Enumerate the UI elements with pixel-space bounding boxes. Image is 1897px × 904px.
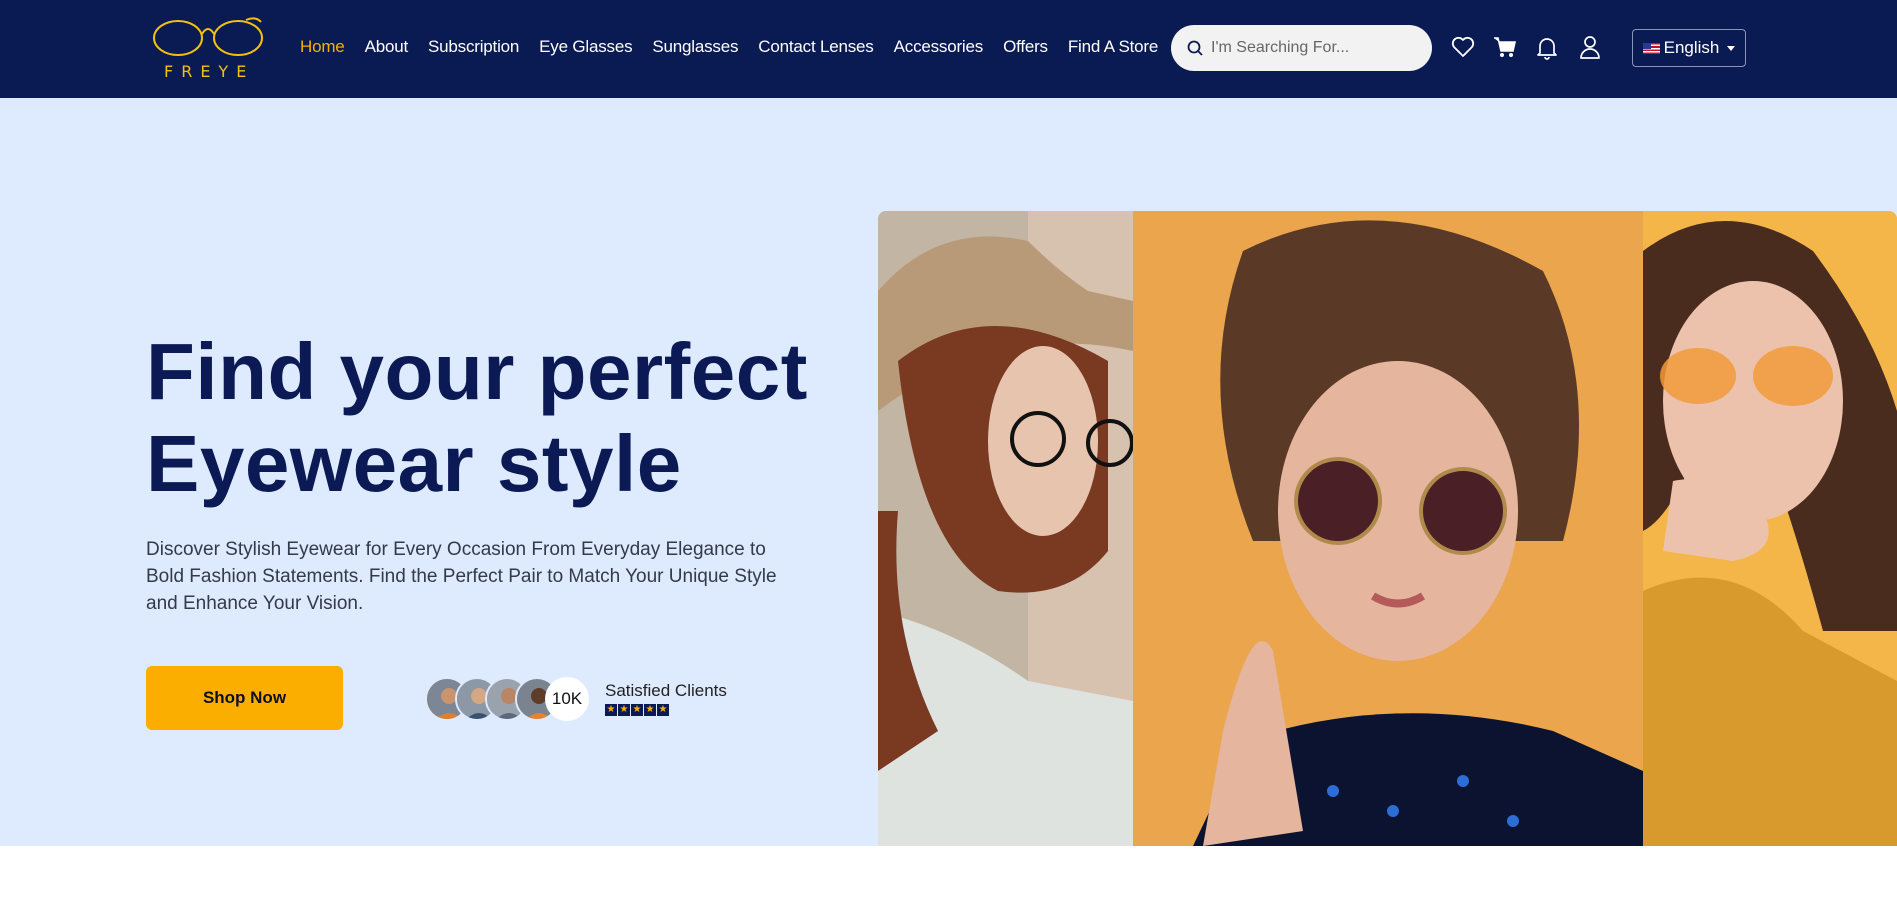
headline-line-2: Eyewear style <box>146 419 682 508</box>
model-photo-orange-sunglasses <box>1643 211 1897 846</box>
model-photo-round-sunglasses <box>1133 211 1643 846</box>
language-label: English <box>1663 38 1720 57</box>
nav-accessories[interactable]: Accessories <box>894 37 984 57</box>
nav-find-a-store[interactable]: Find A Store <box>1068 37 1158 57</box>
top-navbar: FREYE Home About Subscription Eye Glasse… <box>0 0 1897 98</box>
hero-headline: Find your perfect Eyewear style <box>146 326 808 510</box>
clients-count: 10K <box>545 677 589 721</box>
star-icon: ★ <box>605 704 617 716</box>
clients-label: Satisfied Clients <box>605 681 727 700</box>
us-flag-icon <box>1642 42 1660 54</box>
chevron-down-icon <box>1727 45 1736 51</box>
star-icon: ★ <box>631 704 643 716</box>
cart-icon[interactable] <box>1492 34 1518 60</box>
nav-subscription[interactable]: Subscription <box>428 37 519 57</box>
bell-icon[interactable] <box>1534 34 1560 60</box>
main-nav: Home About Subscription Eye Glasses Sung… <box>300 37 1178 57</box>
nav-eye-glasses[interactable]: Eye Glasses <box>539 37 632 57</box>
model-photo-hat <box>878 211 1133 846</box>
shop-now-button[interactable]: Shop Now <box>146 666 343 730</box>
nav-offers[interactable]: Offers <box>1003 37 1048 57</box>
star-icon: ★ <box>657 704 669 716</box>
user-icon[interactable] <box>1577 34 1603 60</box>
star-icon: ★ <box>618 704 630 716</box>
search-input[interactable] <box>1211 39 1411 57</box>
brand-logo[interactable]: FREYE <box>150 14 265 84</box>
heart-icon[interactable] <box>1450 34 1476 60</box>
star-icon: ★ <box>644 704 656 716</box>
search-bar[interactable] <box>1171 25 1432 71</box>
nav-about[interactable]: About <box>365 37 409 57</box>
nav-home[interactable]: Home <box>300 37 345 57</box>
glasses-logo-icon <box>153 17 263 56</box>
nav-contact-lenses[interactable]: Contact Lenses <box>758 37 874 57</box>
hero-description: Discover Stylish Eyewear for Every Occas… <box>146 539 777 614</box>
nav-sunglasses[interactable]: Sunglasses <box>652 37 738 57</box>
headline-line-1: Find your perfect <box>146 327 808 416</box>
language-selector[interactable]: English <box>1632 29 1746 67</box>
logo-text: FREYE <box>164 62 255 81</box>
hero-section: Find your perfect Eyewear style Discover… <box>0 98 1897 846</box>
rating-stars: ★ ★ ★ ★ ★ <box>605 704 669 716</box>
search-icon <box>1187 40 1203 56</box>
